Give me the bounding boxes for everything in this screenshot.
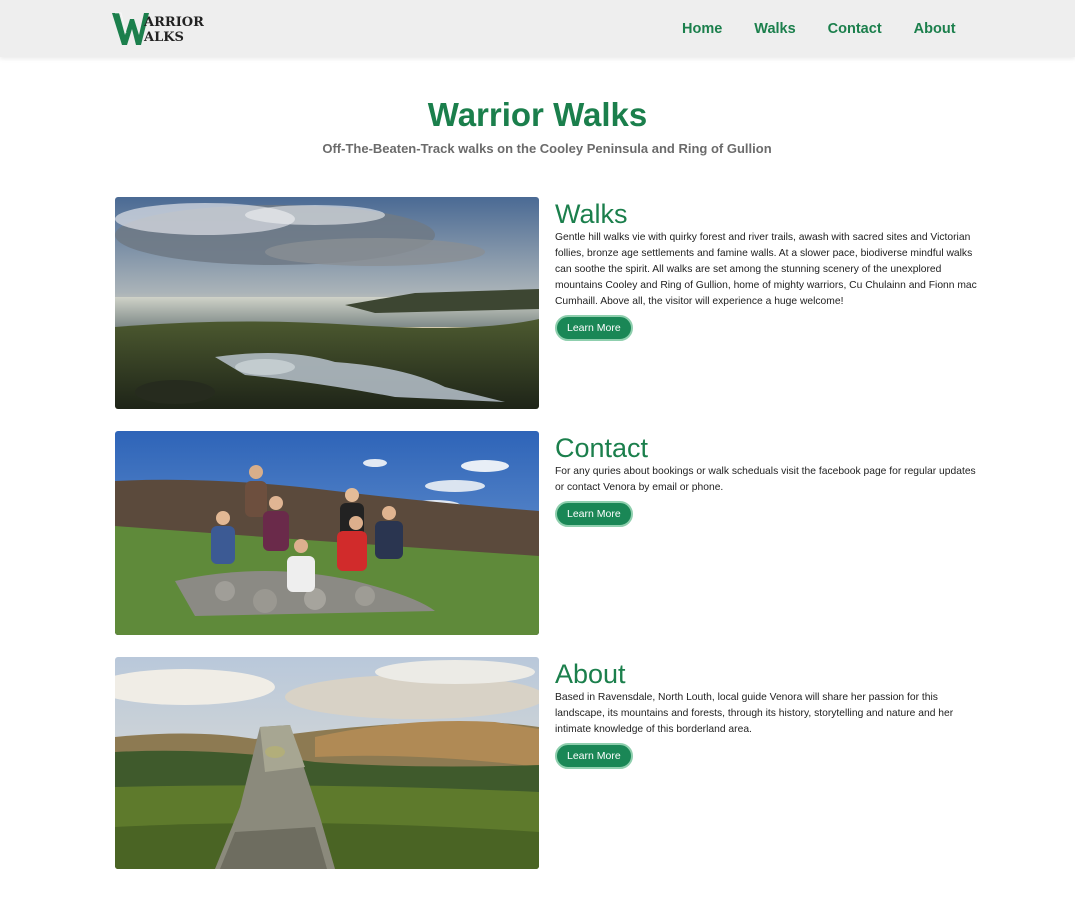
walks-heading: Walks: [555, 199, 628, 229]
warrior-walks-logo[interactable]: ARRIOR ALKS: [111, 11, 211, 47]
about-description: Based in Ravensdale, North Louth, local …: [555, 692, 954, 735]
nav-about-link[interactable]: About: [914, 21, 956, 37]
logo-text-top: ARRIOR: [143, 15, 204, 30]
page-subtitle: Off-The-Beaten-Track walks on the Cooley…: [322, 141, 772, 156]
about-standing-stone-photo: [115, 657, 539, 869]
nav-home-link[interactable]: Home: [682, 21, 722, 37]
about-section: About Based in Ravensdale, North Louth, …: [115, 657, 985, 869]
site-header: ARRIOR ALKS Home Walks Contact About: [0, 0, 1075, 57]
contact-section: Contact For any quries about bookings or…: [115, 431, 985, 635]
walks-landscape-photo: [115, 197, 539, 409]
nav-walks-link[interactable]: Walks: [754, 21, 795, 37]
walks-section: Walks Gentle hill walks vie with quirky …: [115, 197, 985, 409]
page-title: Warrior Walks: [427, 96, 648, 133]
logo-text-bottom: ALKS: [143, 30, 184, 45]
contact-learn-more-button[interactable]: Learn More: [555, 501, 633, 527]
contact-group-photo: [115, 431, 539, 635]
contact-description: For any quries about bookings or walk sc…: [555, 466, 976, 493]
about-heading: About: [555, 659, 626, 689]
contact-heading: Contact: [555, 433, 649, 463]
main-nav: Home Walks Contact About: [682, 0, 956, 57]
nav-contact-link[interactable]: Contact: [828, 21, 882, 37]
walks-learn-more-button[interactable]: Learn More: [555, 315, 633, 341]
about-learn-more-button[interactable]: Learn More: [555, 743, 633, 769]
walks-description: Gentle hill walks vie with quirky forest…: [555, 232, 977, 307]
